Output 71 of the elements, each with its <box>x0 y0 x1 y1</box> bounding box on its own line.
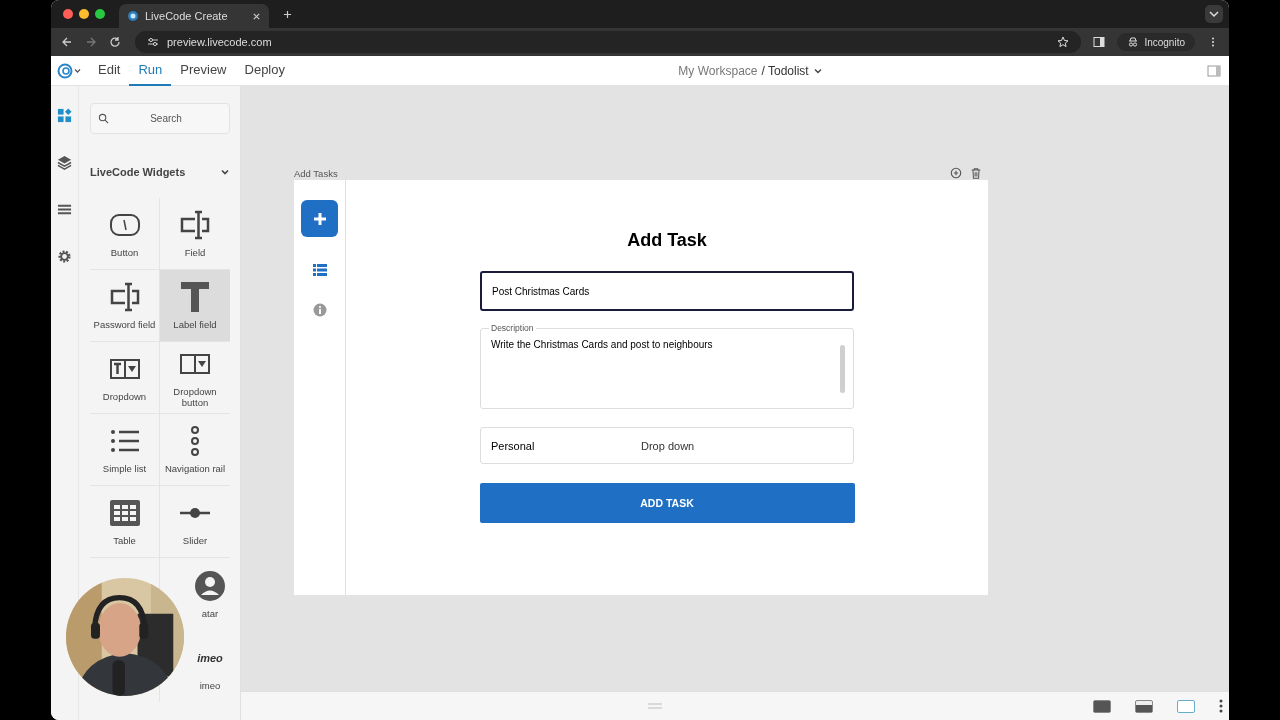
site-settings-icon[interactable] <box>147 36 159 48</box>
zoom-button[interactable] <box>95 9 105 19</box>
add-icon[interactable] <box>950 167 962 179</box>
card-title: Add Tasks <box>294 167 338 179</box>
section-header[interactable]: LiveCode Widgets <box>90 164 230 180</box>
menu-tab[interactable]: Preview <box>171 55 236 86</box>
search-icon <box>98 113 109 124</box>
add-task-button[interactable]: ADD TASK <box>479 483 855 523</box>
workspace-link[interactable]: My Workspace <box>678 63 758 78</box>
dropdown-field[interactable]: Personal Drop down <box>480 427 854 464</box>
menu-tab[interactable]: Edit <box>89 55 130 86</box>
list-icon <box>109 429 140 453</box>
dropdown-icon <box>180 353 210 374</box>
layers-icon[interactable] <box>57 155 72 170</box>
layout-button[interactable] <box>1093 699 1111 713</box>
minimize-button[interactable] <box>79 9 89 19</box>
scrollbar[interactable] <box>840 345 845 393</box>
trash-icon[interactable] <box>970 167 982 179</box>
new-tab-icon[interactable] <box>283 9 292 19</box>
menu-tab[interactable]: Deploy <box>235 55 294 86</box>
add-button[interactable] <box>301 200 338 237</box>
logo-icon <box>127 10 139 22</box>
reload-icon[interactable] <box>109 36 121 48</box>
info-icon[interactable] <box>312 303 327 317</box>
widget-tile[interactable]: Label field <box>160 270 230 342</box>
chevron-icon[interactable] <box>1205 5 1223 23</box>
widget-tile[interactable]: imeo imeo <box>192 630 228 702</box>
close-window-button[interactable] <box>63 9 73 19</box>
browser-tab[interactable]: LiveCode Create <box>119 4 269 28</box>
search-field[interactable]: Search <box>90 103 230 134</box>
widget-tile[interactable]: Navigation rail <box>160 414 230 486</box>
logo-text: imeo <box>197 651 223 664</box>
letter-t-icon <box>180 281 210 313</box>
widget-tile[interactable]: Button <box>90 198 160 270</box>
incognito-icon <box>1127 36 1140 48</box>
logo-icon <box>57 62 83 79</box>
incognito-badge[interactable]: Incognito <box>1117 33 1195 51</box>
dropdown-icon <box>109 359 140 379</box>
plus-icon <box>311 210 328 227</box>
widget-tile[interactable]: Table <box>90 486 160 558</box>
text-field-icon <box>109 282 140 312</box>
widget-tile[interactable]: atar <box>192 558 228 630</box>
list-icon[interactable] <box>57 202 72 217</box>
project-menu[interactable]: / Todolist <box>761 63 809 78</box>
table-icon <box>109 500 140 526</box>
layout-button[interactable] <box>1135 699 1153 713</box>
address-bar[interactable]: preview.livecode.com <box>135 31 1082 53</box>
more-icon[interactable] <box>1219 699 1223 713</box>
widget-tile[interactable]: Simple list <box>90 414 160 486</box>
forward-icon[interactable] <box>85 36 97 48</box>
star-icon[interactable] <box>1057 36 1070 48</box>
dots-icon <box>190 426 200 456</box>
widgets-icon[interactable] <box>57 108 72 123</box>
slider-icon <box>180 507 210 519</box>
app-logo-menu[interactable] <box>57 62 83 79</box>
back-icon[interactable] <box>61 36 73 48</box>
widget-tile[interactable]: Dropdown button <box>160 342 230 414</box>
sidebar-icon[interactable] <box>1093 36 1106 48</box>
form-heading: Add Task <box>627 230 707 251</box>
settings-icon[interactable] <box>57 249 72 264</box>
title-field[interactable]: Post Christmas Cards <box>480 271 854 311</box>
close-icon[interactable] <box>252 11 261 21</box>
text-field-icon <box>180 210 210 240</box>
list-icon[interactable] <box>312 263 327 277</box>
resize-handle[interactable] <box>648 703 662 709</box>
button-widget-icon <box>109 214 140 236</box>
widget-tile[interactable]: Slider <box>160 486 230 558</box>
field-label: Description <box>489 323 536 333</box>
panel-toggle-icon[interactable] <box>1207 63 1221 78</box>
widget-tile[interactable]: Dropdown <box>90 342 160 414</box>
avatar-icon <box>195 570 225 601</box>
